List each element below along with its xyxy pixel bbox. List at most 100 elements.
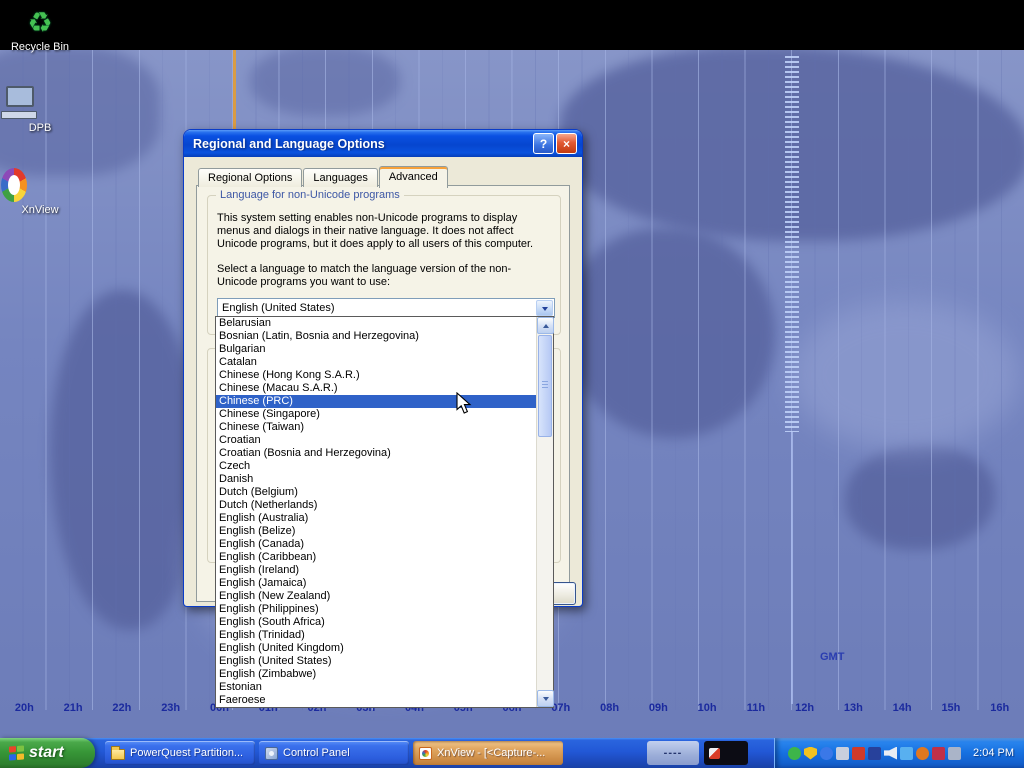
dropdown-item[interactable]: Danish	[216, 473, 536, 486]
dropdown-item[interactable]: Bosnian (Latin, Bosnia and Herzegovina)	[216, 330, 536, 343]
instruction-text: Select a language to match the language …	[217, 263, 549, 289]
network-status-icon[interactable]	[852, 747, 865, 760]
timezone-label: 12h	[780, 702, 829, 714]
dropdown-item[interactable]: English (Trinidad)	[216, 629, 536, 642]
timezone-label: 10h	[683, 702, 732, 714]
windows-update-icon[interactable]	[820, 747, 833, 760]
dropdown-item[interactable]: Czech	[216, 460, 536, 473]
taskbar-clock[interactable]: 2:04 PM	[973, 747, 1014, 759]
task-button-label: PowerQuest Partition...	[130, 747, 243, 759]
dropdown-item[interactable]: English (Belize)	[216, 525, 536, 538]
desktop-icon-label: XnView	[1, 204, 79, 216]
timezone-label: 13h	[829, 702, 878, 714]
timezone-label: 15h	[927, 702, 976, 714]
recycle-bin-icon	[1, 5, 79, 39]
triangle-down-icon	[543, 697, 549, 704]
dropdown-item[interactable]: Faeroese	[216, 694, 536, 707]
dropdown-item[interactable]: English (Ireland)	[216, 564, 536, 577]
dropdown-item[interactable]: Chinese (Taiwan)	[216, 421, 536, 434]
dropdown-item[interactable]: Dutch (Belgium)	[216, 486, 536, 499]
timezone-label: 21h	[49, 702, 98, 714]
dropdown-scrollbar[interactable]	[536, 317, 553, 707]
display-settings-icon[interactable]	[836, 747, 849, 760]
description-text: This system setting enables non-Unicode …	[217, 212, 549, 251]
tab-languages[interactable]: Languages	[303, 168, 377, 187]
group-box-title: Language for non-Unicode programs	[216, 189, 404, 201]
tray-icons	[788, 747, 961, 760]
triangle-up-icon	[543, 321, 549, 328]
desktop-icon-laptop[interactable]: DPB	[1, 86, 79, 134]
dropdown-item[interactable]: Chinese (PRC)	[216, 395, 536, 408]
toolbar-app-icon	[709, 748, 720, 759]
dropdown-item[interactable]: Chinese (Singapore)	[216, 408, 536, 421]
dropdown-item[interactable]: English (Australia)	[216, 512, 536, 525]
taskbar-dark-toolbar[interactable]	[704, 741, 748, 765]
battery-icon[interactable]	[900, 747, 913, 760]
taskbar: start PowerQuest Partition... Control Pan…	[0, 738, 1024, 768]
scroll-up-button[interactable]	[537, 317, 554, 334]
timezone-label: 22h	[98, 702, 147, 714]
system-tray: 2:04 PM	[774, 738, 1024, 768]
dropdown-item[interactable]: English (Caribbean)	[216, 551, 536, 564]
start-button[interactable]: start	[0, 738, 95, 768]
laptop-icon	[1, 86, 35, 120]
security-alert-icon[interactable]	[804, 747, 817, 760]
hatched-meridian-band	[785, 56, 799, 432]
dropdown-item[interactable]: English (Zimbabwe)	[216, 668, 536, 681]
task-button-label: Control Panel	[283, 747, 350, 759]
wallpaper-top-band	[0, 0, 1024, 50]
close-button[interactable]: ×	[556, 133, 577, 154]
timezone-label: 11h	[731, 702, 780, 714]
dropdown-item[interactable]: Catalan	[216, 356, 536, 369]
timezone-label: 20h	[0, 702, 49, 714]
dialog-tabs: Regional OptionsLanguagesAdvanced	[198, 166, 449, 187]
task-button-label: XnView - [<Capture-...	[437, 747, 545, 759]
language-combobox[interactable]: English (United States)	[217, 298, 555, 318]
scroll-down-button[interactable]	[537, 690, 554, 707]
task-button[interactable]: PowerQuest Partition...	[105, 741, 255, 765]
scrollbar-thumb[interactable]	[538, 335, 552, 437]
tab-advanced[interactable]: Advanced	[379, 166, 448, 188]
scheduler-icon[interactable]	[868, 747, 881, 760]
dialog-titlebar[interactable]: Regional and Language Options ? ×	[184, 130, 582, 157]
dropdown-item[interactable]: Estonian	[216, 681, 536, 694]
xnview-icon	[419, 747, 432, 760]
timezone-label: 14h	[878, 702, 927, 714]
dropdown-item[interactable]: Dutch (Netherlands)	[216, 499, 536, 512]
dropdown-item[interactable]: Chinese (Macau S.A.R.)	[216, 382, 536, 395]
tab-regional-options[interactable]: Regional Options	[198, 168, 302, 187]
meridian-line	[791, 432, 793, 704]
dropdown-item[interactable]: English (Philippines)	[216, 603, 536, 616]
task-button[interactable]: XnView - [<Capture-...	[413, 741, 563, 765]
taskbar-tasks: PowerQuest Partition... Control Panel XnVi…	[105, 741, 563, 765]
ime-language-icon[interactable]	[948, 747, 961, 760]
timezone-label: 16h	[975, 702, 1024, 714]
chevron-down-icon	[542, 307, 548, 314]
firewall-icon[interactable]	[932, 747, 945, 760]
dropdown-item[interactable]: Croatian	[216, 434, 536, 447]
folder-icon	[111, 749, 125, 760]
taskbar-mini-toolbar[interactable]: ----	[647, 741, 699, 765]
combobox-value: English (United States)	[222, 302, 335, 314]
desktop-icon-recycle-bin[interactable]: Recycle Bin	[1, 5, 79, 53]
dropdown-item[interactable]: English (New Zealand)	[216, 590, 536, 603]
dropdown-item[interactable]: Chinese (Hong Kong S.A.R.)	[216, 369, 536, 382]
dropdown-item[interactable]: English (Jamaica)	[216, 577, 536, 590]
dropdown-item[interactable]: Belarusian	[216, 317, 536, 330]
dropdown-item[interactable]: English (Canada)	[216, 538, 536, 551]
timezone-label: 09h	[634, 702, 683, 714]
volume-icon[interactable]	[884, 747, 897, 760]
dropdown-item[interactable]: Croatian (Bosnia and Herzegovina)	[216, 447, 536, 460]
dropdown-item[interactable]: English (United Kingdom)	[216, 642, 536, 655]
antivirus-icon[interactable]	[916, 747, 929, 760]
xnview-icon	[1, 168, 27, 202]
desktop-icon-xnview[interactable]: XnView	[1, 168, 79, 216]
dialog-title: Regional and Language Options	[193, 137, 531, 151]
dropdown-item[interactable]: Bulgarian	[216, 343, 536, 356]
dropdown-item[interactable]: English (United States)	[216, 655, 536, 668]
help-button[interactable]: ?	[533, 133, 554, 154]
safely-remove-icon[interactable]	[788, 747, 801, 760]
combobox-dropdown-button[interactable]	[536, 300, 553, 316]
task-button[interactable]: Control Panel	[259, 741, 409, 765]
dropdown-item[interactable]: English (South Africa)	[216, 616, 536, 629]
